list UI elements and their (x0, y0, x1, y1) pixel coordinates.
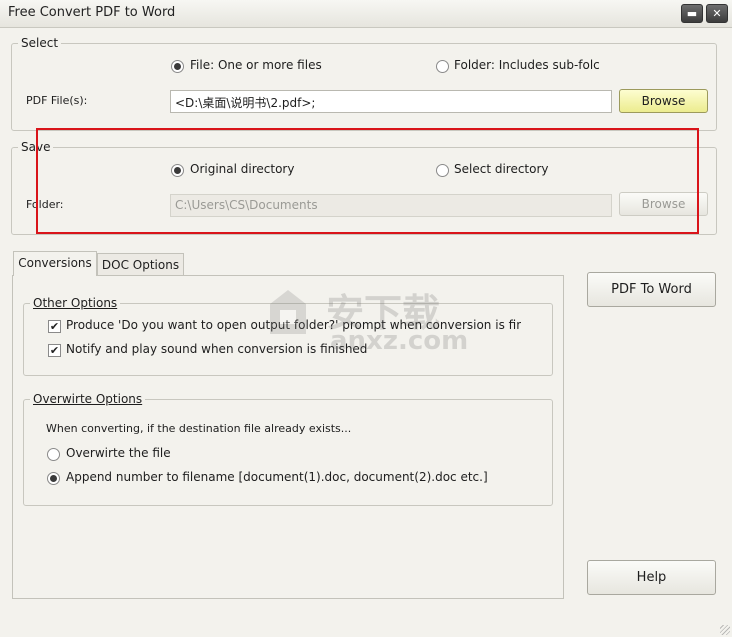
radio-overwrite-file-label: Overwirte the file (66, 446, 171, 460)
title-bar: Free Convert PDF to Word ▬ ✕ (0, 0, 732, 28)
radio-folder[interactable] (436, 60, 449, 73)
other-options-label: Other Options (30, 296, 121, 310)
overwrite-options-label: Overwirte Options (30, 392, 146, 406)
pdf-files-input[interactable]: <D:\桌面\说明书\2.pdf>; (170, 90, 612, 113)
watermark-logo-icon (258, 282, 318, 342)
radio-folder-label: Folder: Includes sub-folc (454, 58, 600, 72)
notify-sound-checkbox[interactable]: ✔ (48, 344, 61, 357)
open-folder-prompt-checkbox[interactable]: ✔ (48, 320, 61, 333)
pdf-files-label: PDF File(s): (26, 94, 88, 107)
radio-append-number[interactable] (47, 472, 60, 485)
help-button[interactable]: Help (587, 560, 716, 595)
minimize-button[interactable]: ▬ (681, 4, 703, 23)
overwrite-description: When converting, if the destination file… (46, 422, 352, 435)
watermark-en: anxz.com (330, 326, 469, 356)
window-title: Free Convert PDF to Word (8, 5, 176, 20)
notify-sound-label: Notify and play sound when conversion is… (66, 342, 368, 356)
browse-files-button[interactable]: Browse (619, 89, 708, 113)
radio-overwrite-file[interactable] (47, 448, 60, 461)
radio-file[interactable] (171, 60, 184, 73)
pdf-to-word-button[interactable]: PDF To Word (587, 272, 716, 307)
highlight-box (36, 128, 699, 234)
tab-doc-options[interactable]: DOC Options (97, 253, 184, 276)
close-button[interactable]: ✕ (706, 4, 728, 23)
close-icon: ✕ (712, 7, 722, 20)
radio-append-number-label: Append number to filename [document(1).d… (66, 470, 488, 484)
minimize-icon: ▬ (686, 7, 698, 20)
resize-grip-icon[interactable] (720, 625, 730, 635)
select-group-label: Select (18, 36, 62, 50)
radio-file-label: File: One or more files (190, 58, 322, 72)
select-group (11, 43, 717, 131)
tab-conversions[interactable]: Conversions (13, 251, 97, 276)
